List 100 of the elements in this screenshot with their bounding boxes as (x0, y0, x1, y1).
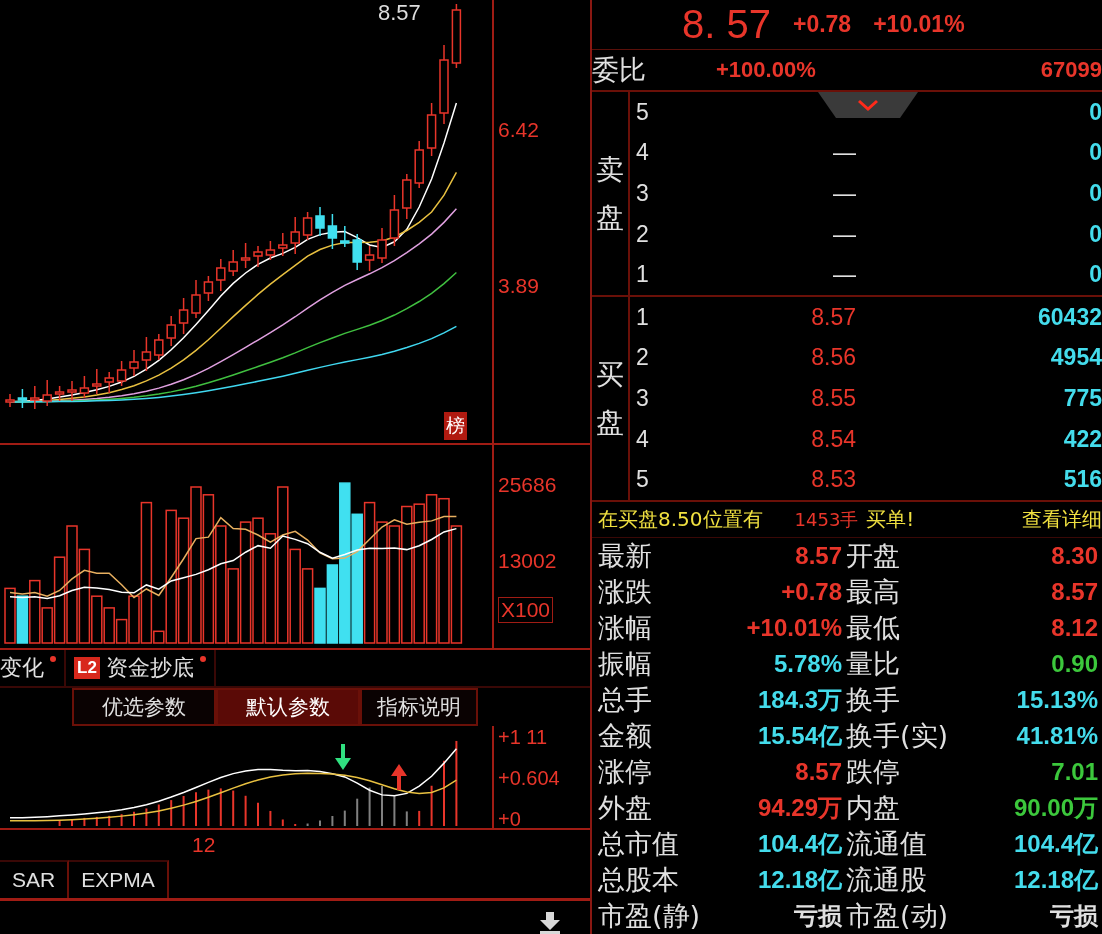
candlestick (17, 388, 28, 409)
volume-bar (314, 587, 326, 644)
candlestick (154, 333, 164, 361)
stat-label: 内盘 (846, 791, 901, 825)
candlestick (54, 385, 65, 402)
stat-label: 市盈(动) (846, 899, 950, 933)
axis-tick-label: 13002 (498, 549, 558, 573)
candlestick (253, 245, 263, 268)
candlestick (30, 385, 40, 410)
candlestick (228, 249, 238, 277)
stat-label: 总手 (598, 683, 653, 717)
order-volume: 4954 (1050, 344, 1102, 372)
current-price: 8. 57 (682, 2, 771, 47)
order-level: 1 (635, 261, 650, 289)
up-arrow-icon (390, 764, 408, 790)
indicator-tab[interactable]: EXPMA (69, 860, 169, 898)
stat-label: 金额 (598, 719, 653, 753)
stat-value: 8.57 (794, 542, 843, 570)
candlestick (426, 102, 437, 157)
date-axis-label: 12 (192, 833, 216, 857)
order-price: 8.57 (811, 303, 856, 330)
stat-label: 最低 (846, 611, 901, 645)
candlestick (166, 315, 176, 347)
volume-bar (4, 587, 16, 644)
order-price: — (833, 261, 856, 288)
order-level: 2 (635, 220, 650, 248)
macd-bar (430, 784, 433, 827)
stat-label: 涨停 (598, 755, 653, 789)
stat-label: 量比 (846, 647, 901, 681)
stat-label: 市盈(静) (598, 899, 702, 933)
macd-bar (356, 797, 359, 827)
order-price: — (833, 139, 856, 166)
download-arrow-icon[interactable] (538, 912, 562, 934)
axis-tick-label: +0 (498, 808, 522, 831)
parameter-button[interactable]: 默认参数 (216, 688, 360, 726)
alert-message: 买单! (866, 506, 915, 533)
order-level: 5 (635, 466, 650, 494)
indicator-tab[interactable]: L2 资金抄底 (66, 650, 216, 686)
stat-value: 104.4亿 (1012, 829, 1099, 859)
macd-bar (306, 822, 309, 827)
order-volume: 0 (1089, 139, 1102, 167)
indicator-tab[interactable]: 变化 (0, 650, 66, 686)
macd-bar (232, 789, 235, 827)
stat-value: 104.4亿 (756, 829, 843, 859)
candlestick (141, 336, 152, 372)
stat-value: 0.90 (1050, 650, 1099, 678)
stat-value: 12.18亿 (1012, 865, 1099, 895)
order-price: 8.53 (811, 466, 856, 493)
order-side-label: 卖盘 (596, 151, 624, 236)
macd-bar (368, 786, 371, 827)
candlestick (402, 173, 412, 220)
indicator-tab[interactable]: SAR (0, 860, 70, 898)
order-volume: 0 (1089, 98, 1102, 126)
stat-label: 最新 (598, 539, 653, 573)
order-ratio-value: +100.00% (716, 57, 816, 83)
order-volume: 775 (1063, 385, 1102, 412)
stat-value: 8.30 (1050, 542, 1099, 570)
macd-bar (219, 787, 222, 827)
axis-tick-label: 6.42 (498, 118, 540, 142)
order-level: 3 (635, 180, 650, 207)
macd-bar (108, 814, 111, 827)
stat-label: 总市值 (598, 827, 680, 861)
price-change: +0.78 (792, 11, 852, 38)
unit-label: X100 (498, 597, 554, 623)
stat-value: +0.78 (780, 578, 843, 606)
parameter-button[interactable]: 优选参数 (72, 688, 216, 726)
stat-label: 流通股 (846, 863, 928, 897)
candlestick (265, 240, 276, 261)
macd-bar (207, 788, 210, 827)
order-level: 2 (635, 344, 650, 372)
macd-bar (331, 815, 334, 827)
ranking-badge[interactable]: 榜 (444, 412, 467, 440)
volume-bar (16, 595, 29, 644)
candlestick (42, 379, 52, 407)
candlestick (191, 279, 201, 319)
order-level: 4 (635, 139, 650, 167)
stat-label: 换手 (846, 683, 901, 717)
stat-label: 总股本 (598, 863, 680, 897)
candlestick (377, 227, 387, 264)
axis-tick-label: 3.89 (498, 274, 540, 298)
order-price: 8.54 (811, 425, 856, 452)
candlestick (129, 349, 139, 377)
parameter-button[interactable]: 指标说明 (360, 688, 478, 726)
chevron-down-icon (857, 99, 879, 111)
macd-bar (294, 823, 297, 827)
macd-bar (95, 815, 98, 827)
details-link[interactable]: 查看详细 (1022, 506, 1102, 533)
stat-value: 90.00万 (1012, 793, 1099, 823)
macd-bar (244, 794, 247, 827)
stat-label: 跌停 (846, 755, 901, 789)
order-side-label: 买盘 (596, 356, 624, 441)
order-volume: 0 (1089, 180, 1102, 207)
volume-bar (103, 607, 115, 644)
candlestick (116, 360, 127, 387)
candlestick (92, 368, 102, 395)
candlestick (67, 380, 77, 402)
candlestick (315, 206, 325, 237)
stat-value: +10.01% (745, 614, 843, 642)
stat-label: 外盘 (598, 791, 653, 825)
candlestick (451, 3, 462, 69)
